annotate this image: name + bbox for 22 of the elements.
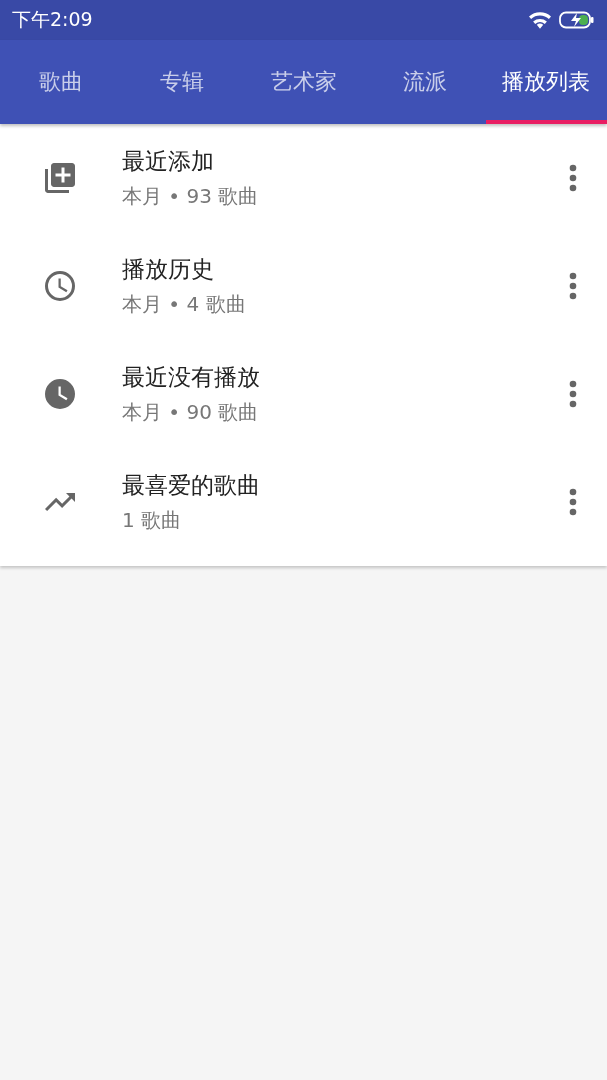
clock-icon [42,376,78,412]
add-to-playlist-icon [42,160,78,196]
clock-icon [42,268,78,304]
more-options-icon[interactable] [569,488,577,516]
tab[interactable]: 专辑 [121,40,243,124]
playlist-subtitle: 本月 • 93 歌曲 [122,183,260,210]
tab[interactable]: 歌曲 [0,40,122,124]
more-options-icon[interactable] [569,272,577,300]
playlist-subtitle: 本月 • 90 歌曲 [122,399,260,426]
more-options-icon[interactable] [569,380,577,408]
battery-charging-icon [559,11,595,29]
playlist-subtitle: 本月 • 4 歌曲 [122,291,247,318]
playlist-title: 播放历史 [122,255,215,284]
more-options-icon[interactable] [569,164,577,192]
tab[interactable]: 艺术家 [242,40,365,124]
tab[interactable]: 流派 [364,40,486,124]
playlist-title: 最喜爱的歌曲 [122,471,261,500]
playlist-subtitle: 1 歌曲 [122,507,183,534]
status-time: 下午2:09 [12,7,93,32]
playlist-title: 最近没有播放 [122,363,261,392]
playlist-title: 最近添加 [122,147,215,176]
wifi-icon [529,11,551,29]
